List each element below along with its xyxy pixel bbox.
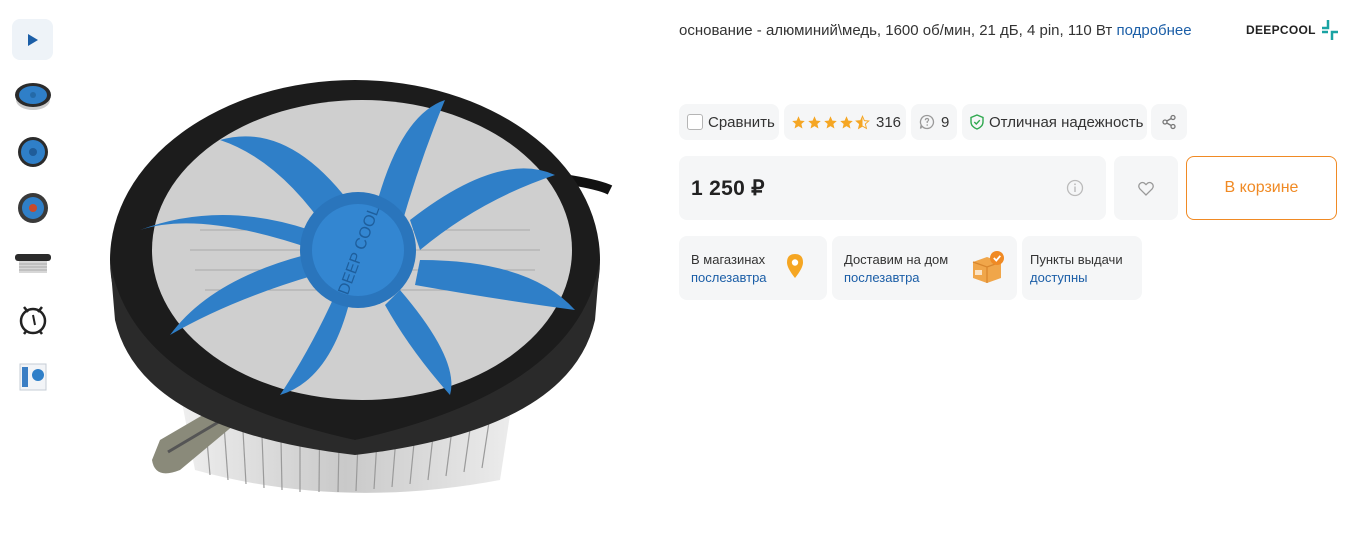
rating-stars: [791, 114, 870, 130]
heart-icon: [1138, 181, 1154, 196]
star-icon: [840, 115, 853, 128]
star-icon: [824, 115, 837, 128]
availability-pickup-title: Пункты выдачи: [1030, 252, 1123, 267]
availability-stores-status: послезавтра: [691, 270, 767, 285]
availability-delivery[interactable]: Доставим на дом послезавтра: [832, 236, 1017, 300]
availability-pickup[interactable]: Пункты выдачи доступны: [1022, 236, 1142, 300]
wishlist-button[interactable]: [1114, 156, 1178, 220]
reliability-label: Отличная надежность: [989, 113, 1144, 131]
thumbnail-cooler-side[interactable]: [12, 243, 53, 284]
availability-stores[interactable]: В магазинах послезавтра: [679, 236, 827, 300]
product-main-image[interactable]: DEEP COOL: [100, 60, 620, 505]
thumbnail-cooler-top-2[interactable]: [12, 187, 53, 228]
star-half-icon: [855, 114, 870, 129]
questions-button[interactable]: 9: [911, 104, 957, 140]
price: 1 250 ₽: [691, 176, 765, 200]
thumbnail-mounting-bracket[interactable]: [12, 299, 53, 340]
availability-delivery-title: Доставим на дом: [844, 252, 949, 267]
availability-stores-title: В магазинах: [691, 252, 766, 267]
share-button[interactable]: [1151, 104, 1187, 140]
video-thumbnail[interactable]: [12, 19, 53, 60]
compare-label: Сравнить: [708, 113, 775, 131]
rating-button[interactable]: 316: [784, 104, 906, 140]
price-box: 1 250 ₽: [679, 156, 1106, 220]
specs-text: основание - алюминий\медь, 1600 об/мин, …: [679, 22, 1113, 39]
map-pin-icon: [787, 254, 803, 278]
thumbnail-retail-box[interactable]: [12, 355, 53, 396]
more-details-link[interactable]: подробнее: [1116, 22, 1191, 39]
availability-delivery-status: послезавтра: [844, 270, 920, 285]
brand-name: DEEPCOOL: [1246, 23, 1316, 37]
thumbnail-cooler-angle[interactable]: [12, 76, 53, 117]
brand-logo[interactable]: DEEPCOOL: [1246, 19, 1338, 41]
thumbnail-cooler-top[interactable]: [12, 131, 53, 172]
in-cart-button[interactable]: В корзине: [1186, 156, 1337, 220]
delivery-box-icon: [972, 251, 1004, 283]
rating-count: 316: [876, 113, 902, 131]
chat-question-icon: [919, 114, 935, 130]
star-icon: [808, 115, 821, 128]
thumbnail-strip: [12, 19, 53, 390]
play-icon: [27, 33, 38, 46]
star-icon: [792, 115, 805, 128]
questions-count: 9: [941, 113, 950, 131]
share-icon: [1162, 114, 1176, 130]
availability-pickup-status: доступны: [1030, 270, 1088, 285]
product-specs: основание - алюминий\медь, 1600 об/мин, …: [679, 22, 1192, 39]
deepcool-logo-icon: [1321, 20, 1338, 40]
info-icon[interactable]: [1066, 179, 1084, 197]
reliability-button[interactable]: Отличная надежность: [962, 104, 1147, 140]
compare-checkbox[interactable]: [687, 114, 703, 130]
compare-button[interactable]: Сравнить: [679, 104, 779, 140]
product-page: DEEP COOL основание - алюминий\медь, 160…: [0, 0, 1363, 550]
shield-check-icon: [970, 114, 984, 130]
